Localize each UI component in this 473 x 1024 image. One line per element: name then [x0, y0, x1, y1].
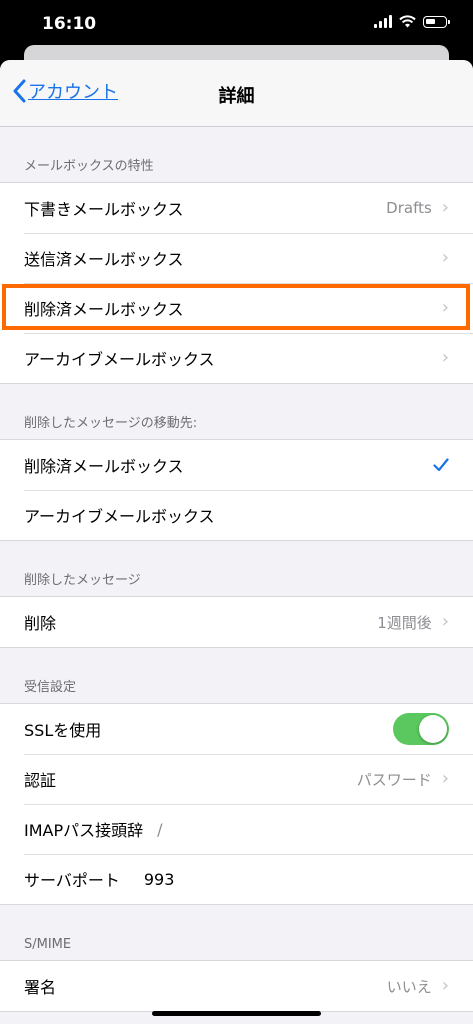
row-label: 削除済メールボックス [24, 457, 184, 476]
section-header-mailbox-behaviors: メールボックスの特性 [24, 159, 154, 174]
section-header-smime: S/MIME [24, 937, 72, 952]
server-port-row[interactable]: サーバポート 993 [0, 854, 473, 904]
archive-mailbox-row[interactable]: アーカイブメールボックス › [0, 333, 473, 383]
move-to-archive-row[interactable]: アーカイブメールボックス [0, 490, 473, 540]
smime-group: 署名 いいえ › [0, 960, 473, 1012]
chevron-right-icon: › [441, 347, 449, 368]
mailbox-behaviors-group: 下書きメールボックス Drafts › 送信済メールボックス › 削除済メールボ… [0, 182, 473, 384]
row-label: 送信済メールボックス [24, 250, 184, 269]
row-label: 削除 [24, 614, 57, 633]
row-label: 署名 [24, 978, 57, 997]
row-value: Drafts [386, 199, 432, 217]
row-label: 削除済メールボックス [24, 300, 184, 319]
chevron-right-icon: › [441, 247, 449, 268]
battery-icon [423, 15, 450, 28]
section-header-incoming: 受信設定 [24, 680, 77, 695]
status-bar: 16:10 [0, 0, 473, 50]
navigation-bar: アカウント 詳細 [0, 60, 473, 127]
imap-path-prefix-field[interactable]: / [157, 820, 162, 839]
move-to-deleted-row[interactable]: 削除済メールボックス [0, 440, 473, 490]
toggle-knob [419, 715, 447, 743]
row-label: 認証 [24, 771, 57, 790]
move-discarded-group: 削除済メールボックス アーカイブメールボックス [0, 439, 473, 541]
server-port-field[interactable]: 993 [144, 870, 175, 889]
authentication-row[interactable]: 認証 パスワード › [0, 754, 473, 804]
advanced-settings-sheet: アカウント 詳細 メールボックスの特性 下書きメールボックス Drafts › … [0, 60, 473, 1024]
deleted-messages-group: 削除 1週間後 › [0, 596, 473, 648]
row-value: パスワード [356, 770, 432, 789]
section-header-deleted-messages: 削除したメッセージ [24, 573, 141, 588]
remove-row[interactable]: 削除 1週間後 › [0, 597, 473, 647]
chevron-right-icon: › [441, 975, 449, 996]
row-label: SSLを使用 [24, 721, 102, 740]
imap-path-prefix-row[interactable]: IMAPパス接頭辞 / [0, 804, 473, 854]
status-icons [374, 15, 450, 28]
chevron-right-icon: › [441, 768, 449, 789]
section-header-move-discarded: 削除したメッセージの移動先: [24, 416, 198, 431]
home-indicator[interactable] [152, 1011, 321, 1016]
chevron-right-icon: › [441, 197, 449, 218]
sent-mailbox-row[interactable]: 送信済メールボックス › [0, 233, 473, 283]
chevron-right-icon: › [441, 611, 449, 632]
deleted-mailbox-row[interactable]: 削除済メールボックス › [0, 283, 473, 333]
row-value: いいえ [386, 977, 432, 996]
page-title: 詳細 [218, 86, 255, 107]
sign-row[interactable]: 署名 いいえ › [0, 961, 473, 1011]
checkmark-icon [433, 458, 449, 472]
use-ssl-row: SSLを使用 [0, 704, 473, 754]
row-label: IMAPパス接頭辞 [24, 821, 144, 840]
row-label: アーカイブメールボックス [24, 350, 215, 369]
drafts-mailbox-row[interactable]: 下書きメールボックス Drafts › [0, 183, 473, 233]
row-label: サーバポート [24, 871, 120, 890]
row-label: 下書きメールボックス [24, 200, 184, 219]
incoming-settings-group: SSLを使用 認証 パスワード › IMAPパス接頭辞 / サーバポート 993 [0, 703, 473, 905]
row-label: アーカイブメールボックス [24, 507, 215, 526]
chevron-right-icon: › [441, 297, 449, 318]
row-value: 1週間後 [377, 613, 432, 632]
status-time: 16:10 [42, 14, 97, 34]
cellular-signal-icon [374, 15, 392, 28]
ssl-toggle[interactable] [393, 713, 449, 745]
wifi-icon [399, 15, 416, 28]
